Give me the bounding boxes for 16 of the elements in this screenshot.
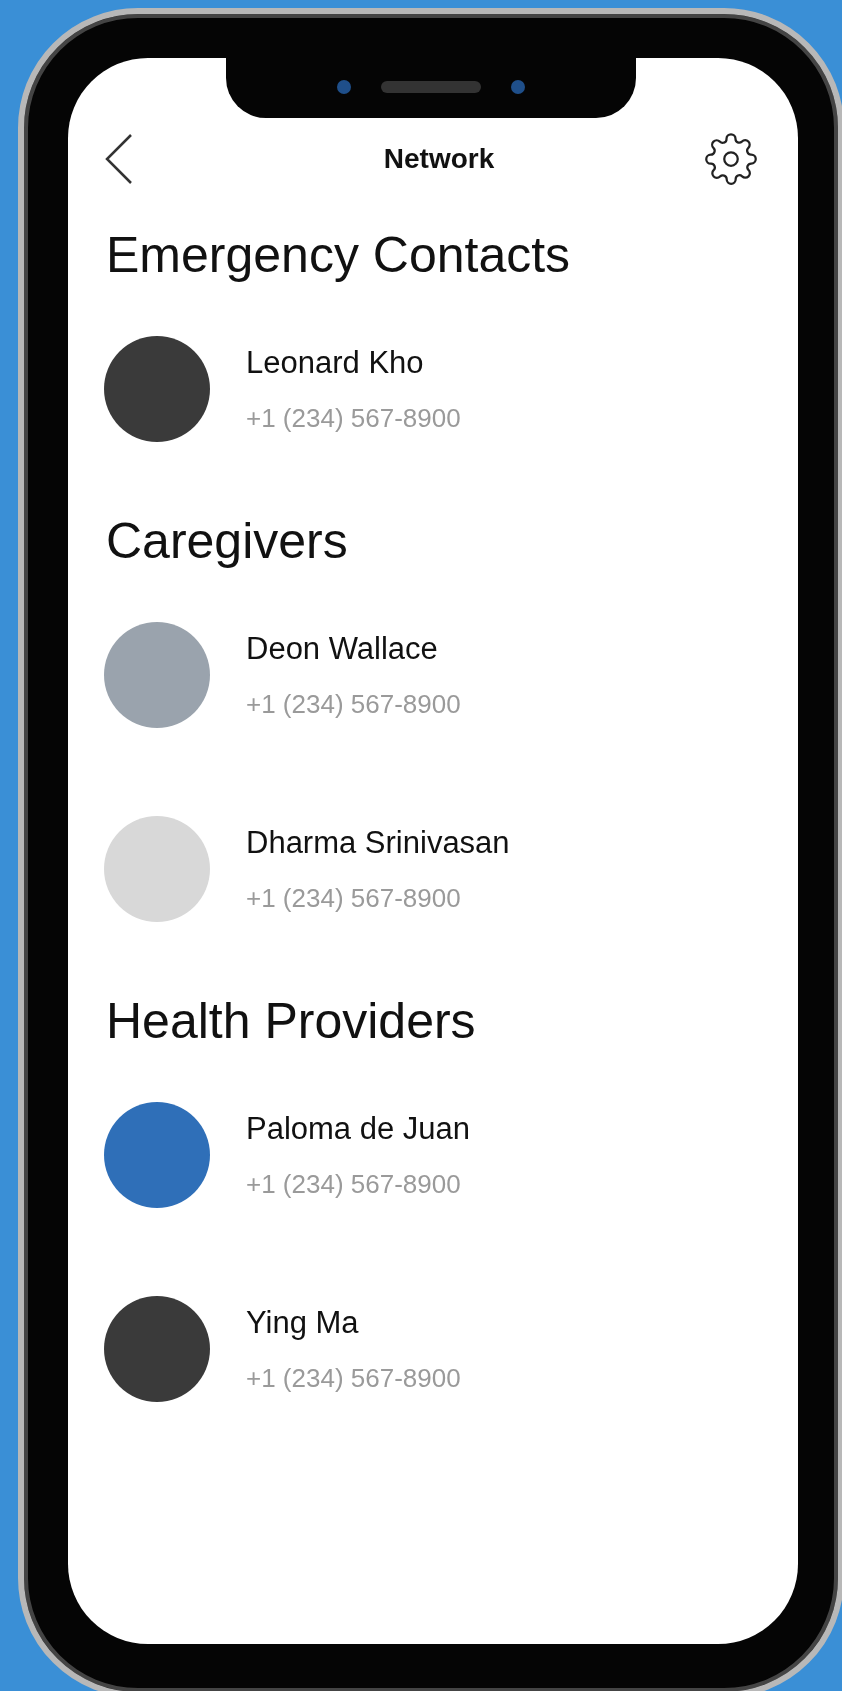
back-icon[interactable] <box>104 133 134 185</box>
contact-name[interactable]: Leonard Kho <box>246 344 461 381</box>
section-heading: Emergency Contacts <box>106 226 572 284</box>
settings-icon[interactable] <box>704 132 758 186</box>
phone-number: +1 (234) 567-8900 <box>246 1362 461 1394</box>
phone-number: +1 (234) 567-8900 <box>246 688 461 720</box>
section-heading: Caregivers <box>106 512 349 570</box>
phone-number: +1 (234) 567-8900 <box>246 882 462 914</box>
screen-title: Network <box>383 143 495 175</box>
contact-name[interactable]: Deon Wallace <box>246 630 461 667</box>
contact-name[interactable]: Dharma Srinivasan <box>246 824 510 861</box>
contact-name[interactable]: Ying Ma <box>246 1304 461 1341</box>
contact-name[interactable]: Paloma de Juan <box>246 1110 471 1147</box>
section-heading: Health Providers <box>106 992 477 1050</box>
phone-number: +1 (234) 567-8900 <box>246 402 461 434</box>
phone-number: +1 (234) 567-8900 <box>246 1168 462 1200</box>
